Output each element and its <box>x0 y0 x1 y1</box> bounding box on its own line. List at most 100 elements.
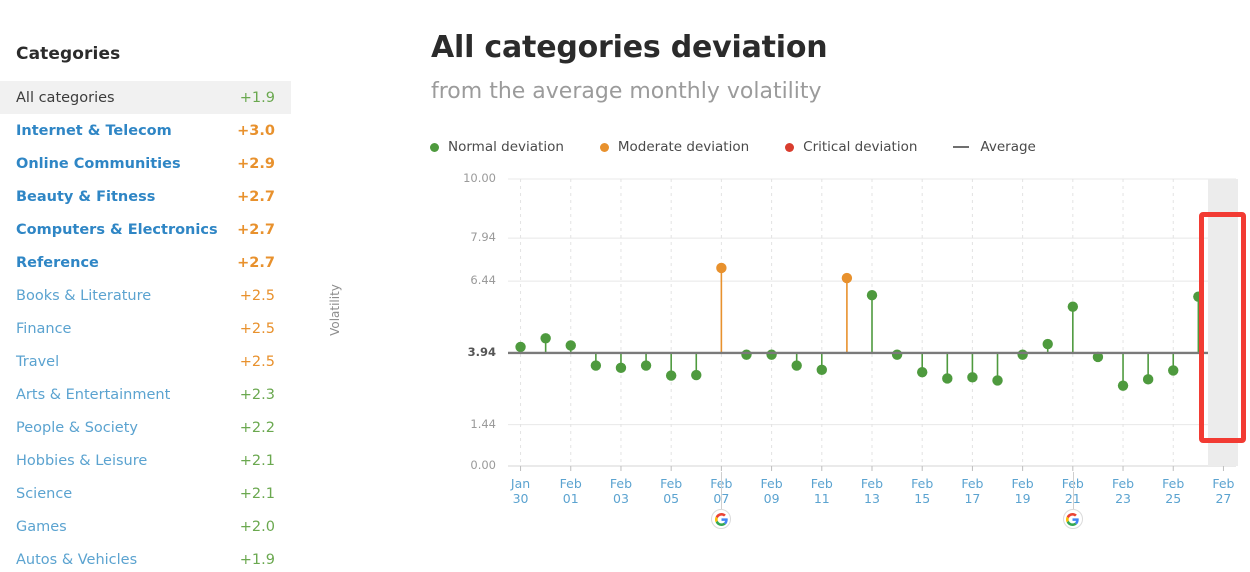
x-axis-tick-label: Feb 03 <box>599 476 643 506</box>
x-tick-day: 11 <box>813 491 830 506</box>
data-point[interactable] <box>691 352 702 381</box>
category-row[interactable]: Science +2.1 <box>0 477 291 510</box>
data-point[interactable] <box>540 333 551 353</box>
category-row[interactable]: Beauty & Fitness +2.7 <box>0 180 291 213</box>
data-point[interactable] <box>1067 301 1079 353</box>
y-axis-title: Volatility <box>328 284 342 336</box>
category-deviation-value: +2.1 <box>239 452 275 469</box>
x-tick-day: 19 <box>1014 491 1031 506</box>
x-axis-tick-label: Feb 25 <box>1151 476 1195 506</box>
data-point[interactable] <box>816 352 827 376</box>
data-point[interactable] <box>741 349 752 360</box>
category-row[interactable]: All categories +1.9 <box>0 81 291 114</box>
x-tick-month: Feb <box>1111 476 1135 491</box>
data-point[interactable] <box>1117 352 1129 391</box>
category-label: Games <box>16 518 67 535</box>
categories-sidebar: Categories All categories +1.9 Internet & … <box>0 0 300 572</box>
y-axis-tick-label: 3.94 <box>467 344 496 359</box>
category-list: All categories +1.9 Internet & Telecom +3.0… <box>0 81 291 572</box>
category-deviation-value: +2.1 <box>239 485 275 502</box>
category-label: Travel <box>16 353 60 370</box>
category-label: Beauty & Fitness <box>16 188 156 205</box>
x-axis-tick-label: Feb 09 <box>750 476 794 506</box>
x-tick-month: Feb <box>911 476 934 491</box>
category-deviation-value: +1.9 <box>239 551 275 568</box>
category-label: Finance <box>16 320 72 337</box>
x-axis-tick-label: Feb 11 <box>800 476 844 506</box>
data-point[interactable] <box>1168 352 1179 376</box>
x-axis-tick-label: Feb 23 <box>1101 476 1145 506</box>
category-deviation-value: +1.9 <box>239 89 275 106</box>
chart-panel: All categories deviation from the averag… <box>300 0 1250 572</box>
category-deviation-value: +2.0 <box>239 518 275 535</box>
page-root: Categories All categories +1.9 Internet & … <box>0 0 1250 572</box>
category-row[interactable]: Internet & Telecom +3.0 <box>0 114 291 147</box>
data-point[interactable] <box>1193 291 1204 353</box>
x-tick-day: 09 <box>763 491 780 506</box>
x-tick-day: 05 <box>663 491 680 506</box>
data-point[interactable] <box>891 349 903 360</box>
category-label: Computers & Electronics <box>16 221 218 238</box>
category-deviation-value: +2.7 <box>237 254 275 271</box>
category-row[interactable]: Hobbies & Leisure +2.1 <box>0 444 291 477</box>
category-row[interactable]: Travel +2.5 <box>0 345 291 378</box>
x-axis-tick-label: Feb 15 <box>900 476 944 506</box>
category-label: Books & Literature <box>16 287 152 304</box>
data-point[interactable] <box>942 352 953 384</box>
data-point[interactable] <box>1042 338 1053 353</box>
data-point[interactable] <box>766 349 777 360</box>
deviation-chart: Volatility 0.00 1.44 3.94 6.44 7.94 10.00 Jan 3… <box>300 0 1250 572</box>
x-tick-month: Feb <box>1212 476 1235 491</box>
category-deviation-value: +2.5 <box>239 287 275 304</box>
x-tick-month: Feb <box>961 476 984 491</box>
category-label: Online Communities <box>16 155 181 172</box>
data-point[interactable] <box>917 352 928 378</box>
x-tick-day: 03 <box>613 491 629 506</box>
category-row[interactable]: Finance +2.5 <box>0 312 291 345</box>
x-tick-day: 25 <box>1165 491 1182 506</box>
x-tick-month: Feb <box>810 476 833 491</box>
data-point[interactable] <box>1017 349 1028 360</box>
data-point[interactable] <box>615 352 627 374</box>
y-axis-tick-label: 7.94 <box>470 230 496 245</box>
data-point[interactable] <box>1142 352 1154 385</box>
data-point[interactable] <box>866 290 878 353</box>
data-point[interactable] <box>841 272 853 353</box>
category-deviation-value: +2.7 <box>237 221 275 238</box>
x-tick-day: 13 <box>864 491 880 506</box>
category-label: Internet & Telecom <box>16 122 172 139</box>
x-tick-month: Feb <box>1011 476 1034 491</box>
x-tick-month: Feb <box>860 476 884 491</box>
data-point[interactable] <box>967 352 978 383</box>
category-row[interactable]: Online Communities +2.9 <box>0 147 291 180</box>
y-axis-tick-label: 10.00 <box>463 171 496 185</box>
category-row[interactable]: People & Society +2.2 <box>0 411 291 444</box>
data-point[interactable] <box>590 352 602 371</box>
x-tick-month: Feb <box>760 476 783 491</box>
x-tick-month: Feb <box>1162 476 1185 491</box>
data-point[interactable] <box>791 352 802 371</box>
data-point[interactable] <box>992 352 1003 386</box>
google-update-icon[interactable] <box>1062 509 1083 529</box>
category-row[interactable]: Games +2.0 <box>0 510 291 543</box>
data-point[interactable] <box>665 352 677 381</box>
x-axis-tick-label: Feb 19 <box>1001 476 1045 506</box>
category-row[interactable]: Books & Literature +2.5 <box>0 279 291 312</box>
data-point[interactable] <box>640 352 652 371</box>
x-axis-tick-label: Feb 01 <box>549 476 593 506</box>
x-axis-tick-label: Feb 05 <box>649 476 693 506</box>
data-point[interactable] <box>716 262 727 353</box>
x-tick-day: 27 <box>1215 491 1232 506</box>
category-row[interactable]: Autos & Vehicles +1.9 <box>0 543 291 572</box>
google-update-stem <box>721 472 723 509</box>
data-point[interactable] <box>565 340 576 353</box>
category-deviation-value: +3.0 <box>237 122 275 139</box>
x-tick-day: 23 <box>1115 491 1131 506</box>
x-tick-day: 01 <box>562 491 579 506</box>
category-row[interactable]: Reference +2.7 <box>0 246 291 279</box>
category-row[interactable]: Computers & Electronics +2.7 <box>0 213 291 246</box>
x-tick-day: 30 <box>512 491 529 506</box>
data-point[interactable] <box>515 341 526 353</box>
x-tick-day: 17 <box>964 491 981 506</box>
category-row[interactable]: Arts & Entertainment +2.3 <box>0 378 291 411</box>
